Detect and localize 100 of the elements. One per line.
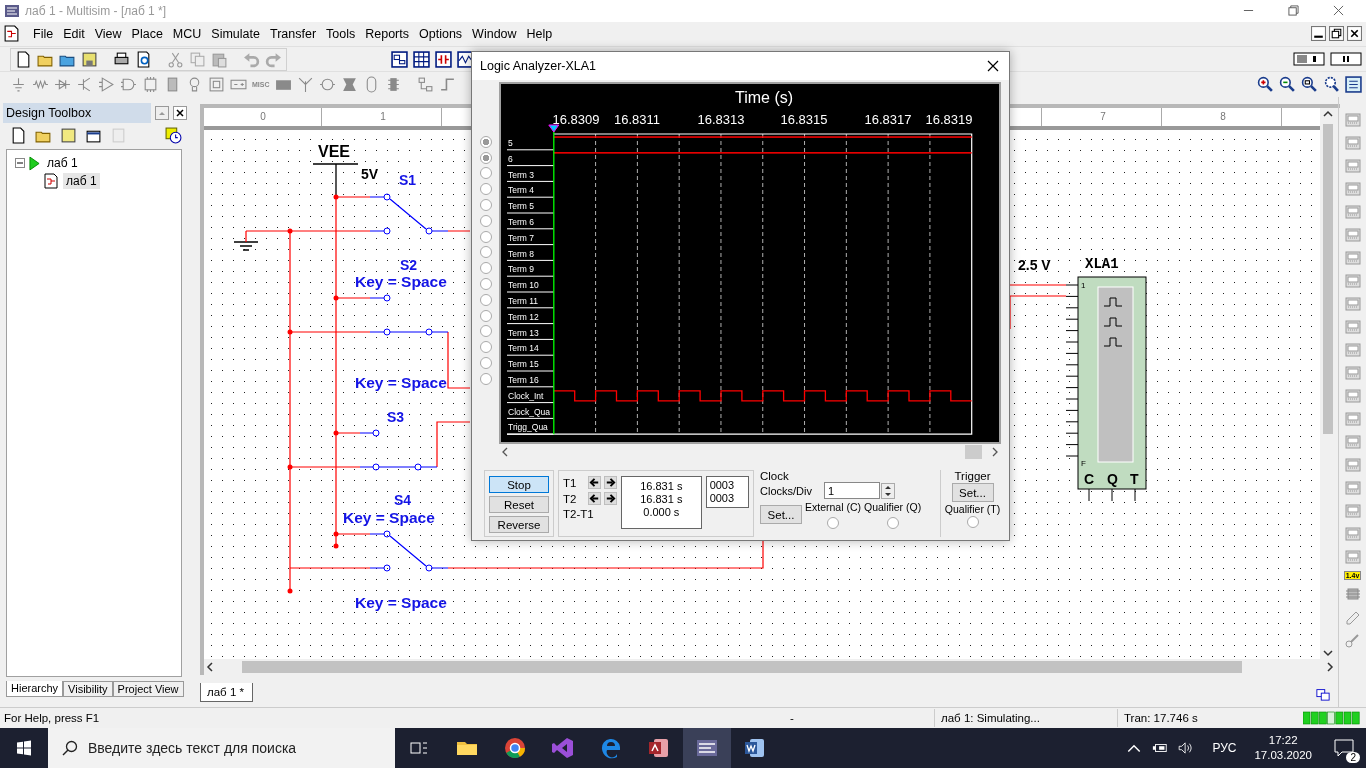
channel-radio[interactable] [480,309,492,322]
channel-radio[interactable] [480,278,492,291]
zoom-in-icon[interactable] [1257,76,1274,94]
instrument-icon[interactable] [1343,387,1362,406]
arrow-right-icon[interactable] [604,476,617,489]
task-view-icon[interactable] [409,740,429,756]
menu-item[interactable]: Simulate [206,26,265,41]
menu-item[interactable]: View [89,26,127,41]
radio-button[interactable] [827,517,839,529]
zoom-area-icon[interactable] [1301,76,1318,94]
new-file-icon[interactable] [10,126,27,144]
window-icon[interactable] [391,50,408,68]
battery-icon[interactable] [1152,742,1169,754]
new-file-icon[interactable] [15,50,32,68]
menu-item[interactable]: Edit [58,26,90,41]
channel-radio[interactable] [480,325,492,338]
channel-radio[interactable] [480,341,492,354]
probe-tool-icon[interactable] [1343,631,1362,650]
menu-item[interactable]: Options [414,26,468,41]
channel-radio[interactable] [480,372,492,385]
switch-symbol[interactable] [359,429,438,471]
menu-item[interactable]: Transfer [264,26,322,41]
panel-tab[interactable]: Project View [112,681,184,698]
antenna-icon[interactable] [296,76,314,94]
network-icon[interactable] [416,76,434,94]
tree-item[interactable]: лаб 1 [44,155,81,172]
analyzer-button[interactable]: Reverse [489,516,549,533]
scrollbar-thumb[interactable] [1323,124,1333,435]
instrument-icon[interactable] [1343,525,1362,544]
menu-item[interactable]: Window [467,26,522,41]
tree-item[interactable]: лаб 1 [63,173,100,190]
component-icon[interactable] [435,50,452,68]
radio-button[interactable] [886,517,899,529]
instrument-icon[interactable] [1343,502,1362,521]
instrument-icon[interactable] [1343,318,1362,337]
menu-item[interactable]: Reports [360,26,414,41]
channel-radio[interactable] [480,230,492,243]
connector-icon[interactable] [340,76,358,94]
ground-icon[interactable] [10,76,27,94]
volume-icon[interactable] [1178,742,1195,754]
arrow-left-icon[interactable] [588,492,601,505]
scroll-left-icon[interactable] [204,661,216,674]
switch-symbol[interactable] [369,530,449,572]
arrow-left-icon[interactable] [588,476,601,489]
instrument-icon[interactable] [1343,456,1362,475]
pause-icon[interactable] [1330,50,1362,68]
instrument-icon[interactable] [1343,272,1362,291]
document-icon[interactable] [3,25,20,43]
instrument-icon[interactable] [1343,111,1362,130]
clock-icon[interactable] [165,126,182,144]
arrow-right-icon[interactable] [604,492,617,505]
set-button[interactable]: Set... [760,505,802,524]
menu-item[interactable]: File [28,26,59,41]
cut-icon[interactable] [167,50,184,68]
save-icon[interactable] [81,50,98,68]
close-icon[interactable] [987,60,999,72]
scroll-right-icon[interactable] [1324,661,1336,674]
instrument-icon[interactable] [1343,226,1362,245]
spinner-icon[interactable] [880,482,895,499]
instrument-icon[interactable] [1343,433,1362,452]
search-field[interactable]: Введите здесь текст для поиска [48,728,395,768]
panel-tab[interactable]: Hierarchy [6,681,64,698]
block-icon[interactable] [208,76,225,94]
channel-radio[interactable] [480,199,492,212]
instrument-icon[interactable] [1343,295,1362,314]
instrument-icon[interactable] [1343,180,1362,199]
channel-radio[interactable] [480,293,492,306]
simulation-switch-icon[interactable] [1293,50,1325,68]
close-icon[interactable] [1347,26,1362,42]
instrument-icon[interactable] [1343,157,1362,176]
channel-radio[interactable] [480,262,492,275]
analyzer-button[interactable]: Stop [489,476,549,493]
copy-icon[interactable] [189,50,206,68]
clocks-per-div-field[interactable]: 1 [823,482,880,499]
chevron-up-icon[interactable] [1126,742,1143,754]
print-preview-icon[interactable] [135,50,152,68]
scroll-right-icon[interactable] [990,446,1000,458]
restore-icon[interactable] [1329,26,1344,42]
channel-radio[interactable] [480,246,492,259]
logic-analyzer-symbol[interactable] [1065,276,1147,502]
scroll-left-icon[interactable] [500,446,510,458]
windows-icon[interactable] [1316,687,1330,702]
instrument-icon[interactable] [1343,410,1362,429]
set-button[interactable]: Set... [951,483,994,502]
windows-logo-icon[interactable] [16,740,32,756]
panel-tab[interactable]: Visibility [63,681,113,698]
clock[interactable]: 17:22 17.03.2020 [1254,733,1312,763]
channel-radio[interactable] [480,151,492,164]
channel-radio[interactable] [480,214,492,227]
menu-item[interactable]: Help [521,26,558,41]
radio-button[interactable] [966,516,979,528]
grid-icon[interactable] [413,50,430,68]
close-icon[interactable] [173,106,187,121]
instrument-icon[interactable] [1343,341,1362,360]
waveform-icon[interactable] [457,50,474,68]
instrument-icon[interactable] [1343,479,1362,498]
instrument-icon[interactable] [1343,249,1362,268]
channel-radio[interactable] [480,135,492,148]
collapse-icon[interactable] [15,158,25,169]
menu-item[interactable]: MCU [167,26,207,41]
